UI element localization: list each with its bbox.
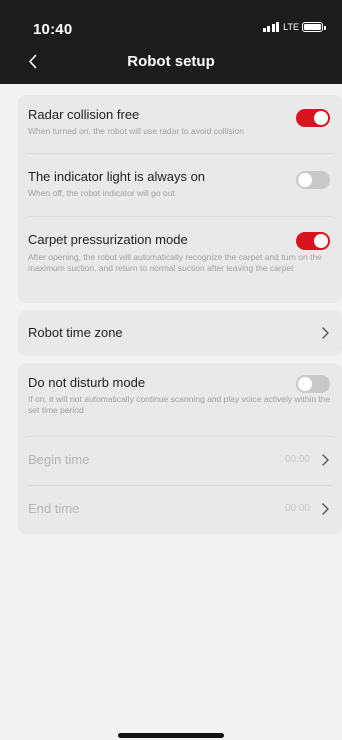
divider [28,485,332,486]
divider [28,436,332,437]
dnd-card: Do not disturb mode If on, it will not a… [18,363,342,534]
chevron-right-icon [322,503,329,515]
status-icons: LTE [262,22,326,32]
status-time: 10:40 [33,21,73,38]
toggle-settings-card: Radar collision free When turned on, the… [18,95,342,303]
dnd-desc: If on, it will not automatically continu… [28,394,331,415]
begin-time-value: 00:00 [284,454,310,465]
page-title: Robot setup [127,53,215,70]
carpet-desc: After opening, the robot will automatica… [28,252,322,273]
dnd-setting: Do not disturb mode If on, it will not a… [28,375,332,416]
timezone-title: Robot time zone [28,325,123,340]
carpet-toggle[interactable] [296,232,330,250]
radar-desc: When turned on, the robot will use radar… [28,126,244,136]
carpet-title: Carpet pressurization mode [28,232,188,247]
timezone-setting[interactable]: Robot time zone [28,325,332,340]
divider [28,216,332,217]
network-type: LTE [283,22,299,32]
indicator-title: The indicator light is always on [28,169,206,184]
battery-icon [302,22,326,32]
signal-icon [262,22,280,32]
end-time-row[interactable]: End time 00:00 [28,501,332,517]
radar-title: Radar collision free [28,107,140,122]
divider [28,153,332,154]
chevron-right-icon [322,454,329,466]
radar-toggle[interactable] [296,109,330,127]
indicator-desc: When off, the robot indicator will go ou… [28,188,175,198]
home-indicator [118,733,224,738]
timezone-card[interactable]: Robot time zone [18,310,342,356]
indicator-toggle[interactable] [296,171,330,189]
end-time-value: 00:00 [284,503,310,514]
begin-time-row[interactable]: Begin time 00:00 [28,452,332,468]
top-bar: 10:40 LTE Robot setup [0,0,342,84]
dnd-toggle[interactable] [296,375,330,393]
chevron-right-icon [322,327,329,339]
dnd-title: Do not disturb mode [28,375,146,390]
indicator-setting: The indicator light is always on When of… [28,169,332,199]
radar-setting: Radar collision free When turned on, the… [28,107,332,137]
carpet-setting: Carpet pressurization mode After opening… [28,232,332,274]
